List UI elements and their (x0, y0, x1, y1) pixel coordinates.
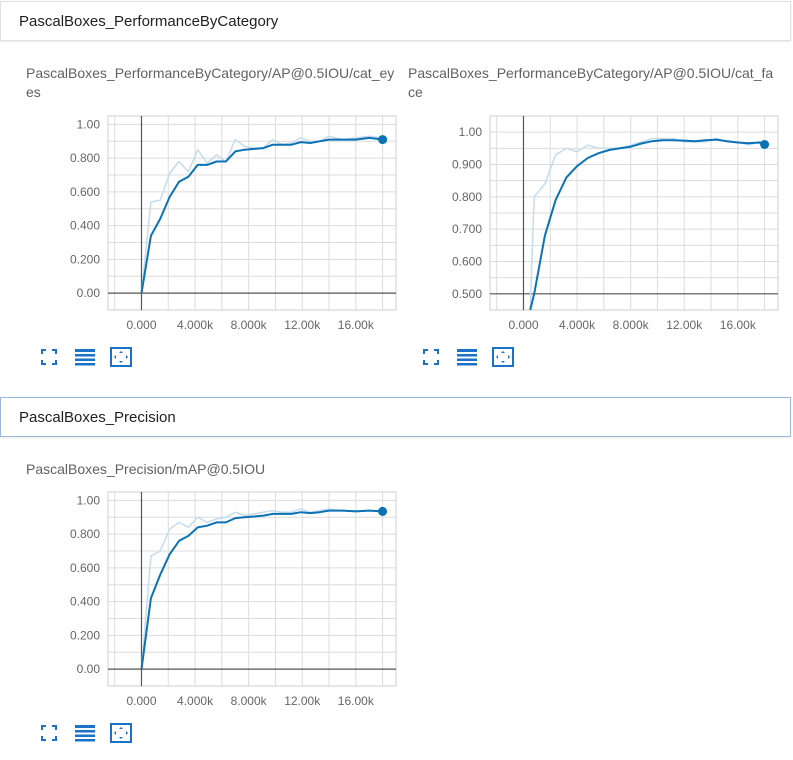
series-line-raw (140, 508, 383, 670)
y-tick-label: 0.00 (77, 662, 101, 676)
x-tick-label: 4.000k (177, 694, 214, 708)
series-end-marker (760, 139, 770, 149)
section-header-precision[interactable]: PascalBoxes_Precision (0, 397, 791, 437)
x-tick-label: 12.00k (284, 694, 321, 708)
toggle-data-icon[interactable] (74, 723, 96, 743)
plot-frame (107, 115, 397, 311)
y-tick-label: 0.00 (77, 286, 101, 300)
x-tick-label: 4.000k (559, 318, 596, 332)
plot-frame (107, 491, 397, 687)
x-tick-label: 4.000k (177, 318, 214, 332)
expand-icon[interactable] (38, 347, 60, 367)
x-tick-label: 8.000k (231, 318, 268, 332)
chart-title: PascalBoxes_PerformanceByCategory/AP@0.5… (26, 65, 395, 100)
y-tick-label: 1.00 (459, 125, 483, 139)
x-tick-label: 12.00k (284, 318, 321, 332)
series-line-raw (140, 135, 383, 294)
y-tick-label: 0.800 (70, 151, 100, 165)
y-tick-label: 0.500 (452, 287, 482, 301)
x-tick-label: 16.00k (338, 694, 375, 708)
x-tick-label: 16.00k (720, 318, 757, 332)
line-chart-cat-face[interactable]: 0.500 0.600 0.700 0.800 0.900 1.00 0.000 4.000k… (408, 115, 780, 342)
toggle-data-icon[interactable] (456, 347, 478, 367)
grid (108, 116, 396, 311)
chart-card-cat-eyes: PascalBoxes_PerformanceByCategory/AP@0.5… (26, 64, 398, 374)
y-tick-label: 0.200 (70, 628, 100, 642)
chart-toolbar (38, 347, 132, 367)
y-tick-label: 0.200 (70, 252, 100, 266)
x-tick-label: 16.00k (338, 318, 375, 332)
x-tick-label: 0.000 (126, 694, 156, 708)
y-tick-label: 1.00 (77, 493, 101, 507)
y-tick-label: 0.600 (452, 255, 482, 269)
chart-title: PascalBoxes_PerformanceByCategory/AP@0.5… (408, 65, 774, 100)
fit-domain-icon[interactable] (110, 347, 132, 367)
section-header-performance[interactable]: PascalBoxes_PerformanceByCategory (0, 1, 791, 41)
line-chart-cat-eyes[interactable]: 0.00 0.200 0.400 0.600 0.800 1.00 0.000 4.000k 8… (26, 115, 398, 342)
y-tick-label: 1.00 (77, 117, 101, 131)
chart-toolbar (38, 723, 132, 743)
x-tick-label: 12.00k (666, 318, 703, 332)
expand-icon[interactable] (420, 347, 442, 367)
y-tick-label: 0.900 (452, 158, 482, 172)
expand-icon[interactable] (38, 723, 60, 743)
chart-card-cat-face: PascalBoxes_PerformanceByCategory/AP@0.5… (408, 64, 780, 374)
series-end-marker (378, 135, 388, 145)
x-tick-label: 8.000k (613, 318, 650, 332)
chart-title: PascalBoxes_Precision/mAP@0.5IOU (26, 461, 266, 477)
series-end-marker (378, 506, 388, 516)
x-tick-label: 0.000 (126, 318, 156, 332)
series-line-smoothed (140, 136, 383, 294)
fit-domain-icon[interactable] (492, 347, 514, 367)
line-chart-map[interactable]: 0.00 0.200 0.400 0.600 0.800 1.00 0.000 4.000k 8… (26, 491, 398, 718)
fit-domain-icon[interactable] (110, 723, 132, 743)
x-tick-label: 0.000 (508, 318, 538, 332)
y-tick-label: 0.600 (70, 185, 100, 199)
grid (108, 492, 396, 687)
chart-card-map: PascalBoxes_Precision/mAP@0.5IOU 0.00 0.2… (26, 460, 398, 760)
y-tick-label: 0.600 (70, 561, 100, 575)
section-title: PascalBoxes_PerformanceByCategory (19, 13, 279, 30)
chart-toolbar (420, 347, 514, 367)
section-title: PascalBoxes_Precision (19, 409, 176, 426)
toggle-data-icon[interactable] (74, 347, 96, 367)
y-tick-label: 0.800 (452, 190, 482, 204)
y-tick-label: 0.400 (70, 595, 100, 609)
x-tick-label: 8.000k (231, 694, 268, 708)
y-tick-label: 0.800 (70, 527, 100, 541)
y-tick-label: 0.400 (70, 219, 100, 233)
y-tick-label: 0.700 (452, 222, 482, 236)
series-line-smoothed (529, 138, 765, 311)
